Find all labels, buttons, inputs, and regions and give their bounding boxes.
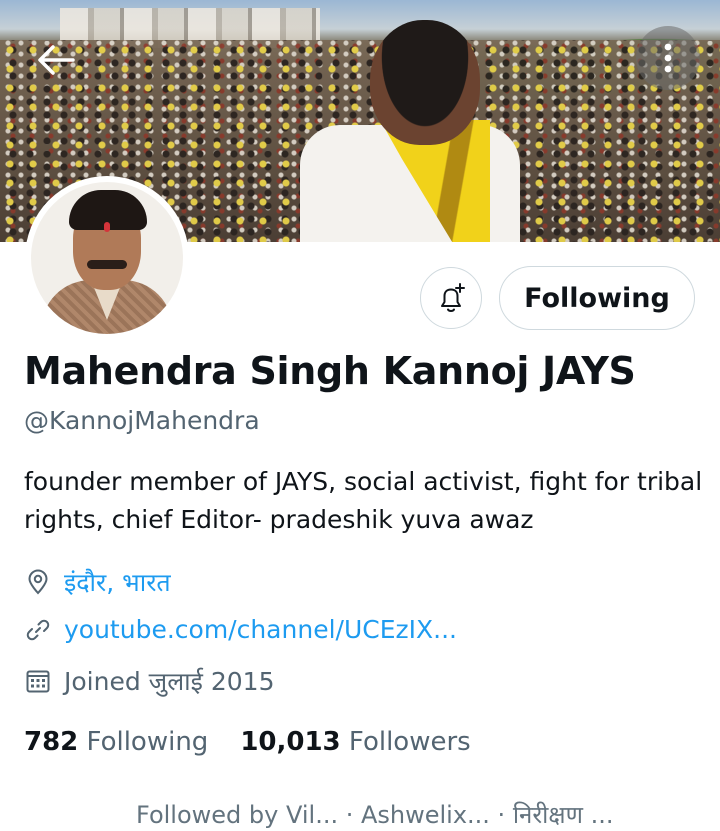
banner-speaker [270, 15, 520, 242]
display-name: Mahendra Singh Kannoj JAYS [24, 349, 636, 393]
avatar[interactable] [25, 176, 189, 340]
following-label: Following [86, 727, 209, 757]
location-text: इंदौर, भारत [64, 568, 171, 597]
more-vertical-icon [664, 43, 672, 73]
bell-plus-icon [441, 283, 465, 312]
website-row[interactable]: youtube.com/channel/UCEzIX... [24, 615, 457, 644]
arrow-left-icon [38, 45, 75, 75]
followers-label: Followers [348, 727, 471, 757]
more-options-button[interactable] [636, 26, 700, 90]
following-button[interactable]: Following [499, 266, 695, 330]
link-icon [24, 616, 52, 644]
following-stat[interactable]: 782 Following [24, 727, 208, 757]
followers-stat[interactable]: 10,013 Followers [240, 727, 470, 757]
back-button[interactable] [34, 38, 78, 82]
joined-row: Joined जुलाई 2015 [24, 664, 274, 698]
website-link[interactable]: youtube.com/channel/UCEzIX... [64, 615, 457, 644]
location-pin-icon [24, 568, 52, 596]
profile-bio: founder member of JAYS, social activist,… [24, 467, 703, 534]
followers-count: 10,013 [240, 727, 341, 757]
notifications-button[interactable] [420, 267, 482, 329]
following-count: 782 [24, 727, 79, 757]
speaker-head [370, 20, 480, 145]
calendar-icon [24, 667, 52, 695]
user-handle: @KannojMahendra [24, 406, 260, 435]
avatar-image [31, 182, 183, 334]
avatar-tilak [104, 222, 110, 232]
follow-stats: 782 Following 10,013 Followers [24, 727, 471, 757]
location-row: इंदौर, भारत [24, 565, 171, 599]
joined-text: Joined जुलाई 2015 [64, 667, 275, 696]
avatar-mustache [87, 260, 127, 269]
